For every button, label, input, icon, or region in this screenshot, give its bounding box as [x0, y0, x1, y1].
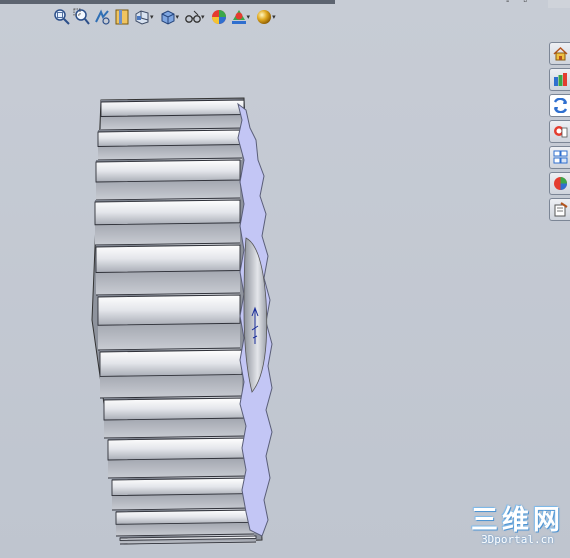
gear-model[interactable] [0, 0, 570, 558]
tooth-top-land [97, 129, 243, 147]
gear-teeth [91, 97, 263, 545]
tooth-top-land [97, 294, 241, 326]
tooth-top-land [107, 437, 249, 461]
tooth-top-land [103, 397, 247, 421]
tooth-top-land [111, 477, 253, 497]
tooth-top-land [115, 509, 255, 525]
tooth-top-land [94, 199, 241, 226]
tooth-top-land [95, 159, 241, 183]
watermark-logo: 三维网 3Dportal.cn [470, 506, 565, 546]
tooth-top-land [100, 99, 245, 117]
tooth-top-land [95, 244, 241, 273]
watermark-cn: 三维网 [471, 505, 564, 535]
watermark-en: 3Dportal.cn [481, 533, 554, 546]
tooth-top-land [99, 349, 243, 377]
